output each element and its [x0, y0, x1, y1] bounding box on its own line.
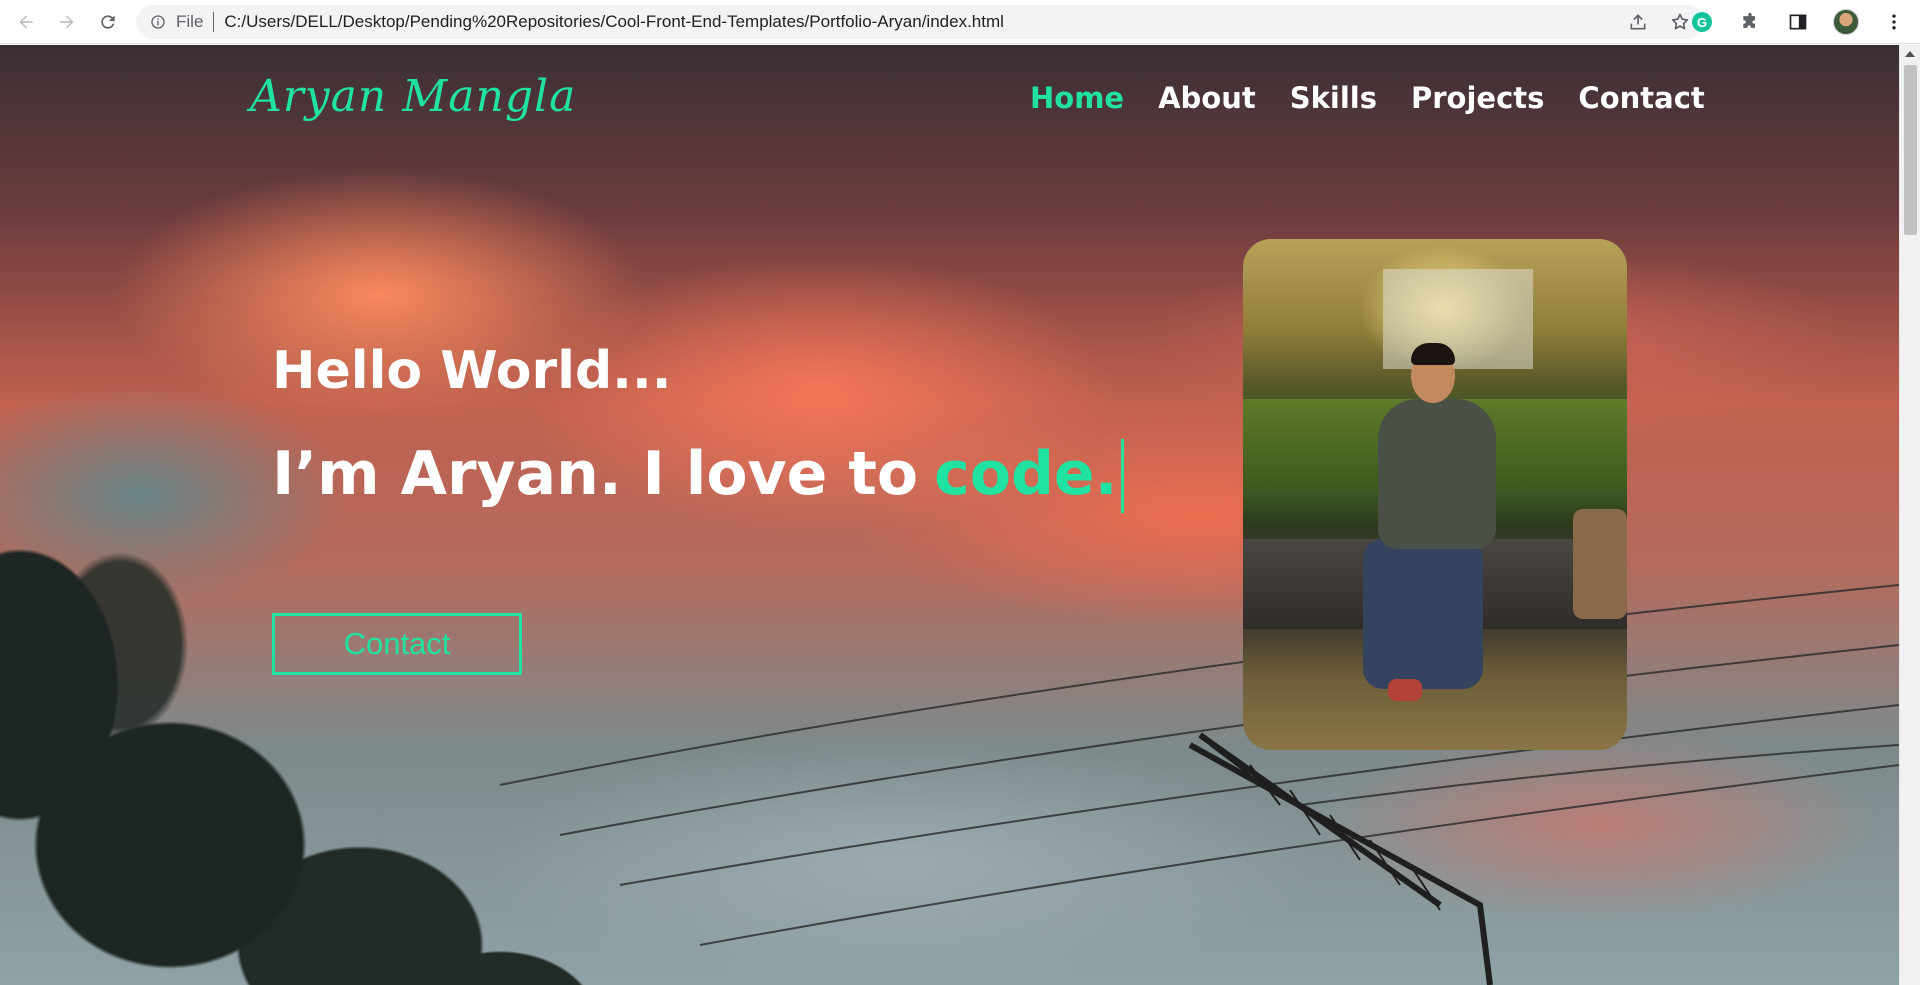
grammarly-icon[interactable]: G — [1688, 8, 1716, 36]
vertical-scrollbar[interactable] — [1899, 45, 1920, 985]
arrow-left-icon — [19, 15, 33, 29]
grammarly-glyph: G — [1692, 12, 1712, 32]
contact-button[interactable]: Contact — [272, 613, 522, 675]
star-icon[interactable] — [1670, 12, 1690, 32]
nav-link-projects[interactable]: Projects — [1411, 81, 1544, 115]
more-vert-icon[interactable] — [1880, 8, 1908, 36]
typing-cursor — [1121, 439, 1125, 513]
scroll-up-arrow[interactable] — [1905, 51, 1915, 57]
info-icon[interactable] — [150, 14, 166, 30]
share-icon[interactable] — [1628, 12, 1648, 32]
hero-intro-text: I’m Aryan. I love to — [272, 439, 919, 509]
forward-button[interactable] — [47, 2, 87, 42]
photo-person-body — [1378, 399, 1496, 549]
hero-greeting: Hello World... — [272, 341, 672, 401]
reload-icon — [101, 15, 115, 29]
page-viewport: Aryan Mangla Home About Skills Projects … — [0, 45, 1899, 985]
puzzle-icon[interactable] — [1736, 8, 1764, 36]
nav-link-skills[interactable]: Skills — [1290, 81, 1377, 115]
profile-avatar[interactable] — [1832, 8, 1860, 36]
arrow-right-icon — [60, 15, 74, 29]
nav-link-about[interactable]: About — [1158, 81, 1256, 115]
scheme-label: File — [176, 12, 204, 31]
nav-link-home[interactable]: Home — [1030, 81, 1124, 115]
scrollbar-thumb[interactable] — [1904, 65, 1917, 235]
hero-intro: I’m Aryan. I love to code. — [272, 439, 1125, 513]
site-nav: Home About Skills Projects Contact — [1030, 81, 1705, 115]
hero-typed-word: code. — [934, 439, 1118, 509]
avatar-image — [1833, 9, 1859, 35]
photo-person-legs — [1363, 539, 1483, 689]
site-logo[interactable]: Aryan Mangla — [250, 71, 576, 122]
url-text[interactable]: C:/Users/DELL/Desktop/Pending%20Reposito… — [224, 12, 1004, 32]
photo-person-hair — [1411, 343, 1455, 365]
photo-coat — [1573, 509, 1627, 619]
divider — [213, 12, 215, 32]
side-panel-icon[interactable] — [1784, 8, 1812, 36]
photo-person-shoe — [1388, 679, 1422, 701]
address-bar[interactable]: File C:/Users/DELL/Desktop/Pending%20Rep… — [136, 5, 1704, 39]
browser-toolbar: File C:/Users/DELL/Desktop/Pending%20Rep… — [0, 0, 1920, 44]
photo-building — [1383, 269, 1533, 369]
profile-photo — [1243, 239, 1627, 750]
nav-link-contact[interactable]: Contact — [1578, 81, 1704, 115]
back-button[interactable] — [6, 2, 46, 42]
reload-button[interactable] — [88, 2, 128, 42]
